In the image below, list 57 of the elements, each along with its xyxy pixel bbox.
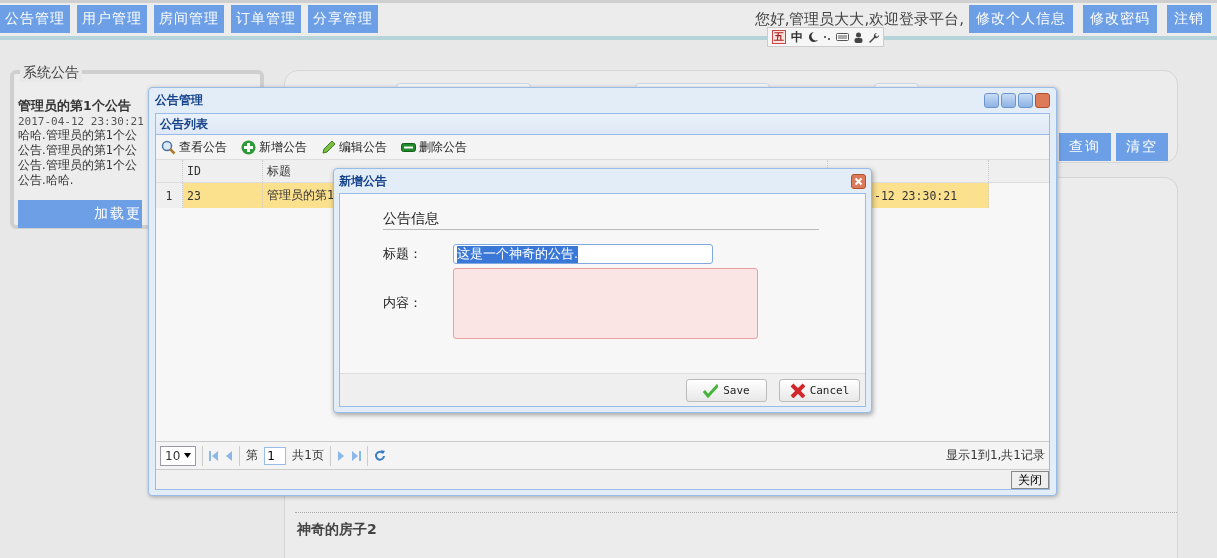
notice-title: 管理员的第1个公告 [18,98,131,115]
plus-icon [241,139,256,155]
pager-summary: 显示1到1,共1记录 [946,447,1045,464]
form-legend: 公告信息 [383,210,819,230]
greeting-text: 您好,管理员大大,欢迎登录平台, [754,9,964,29]
moon-icon [808,31,818,43]
page-label: 第 [246,447,259,464]
close-button[interactable] [1035,92,1050,108]
page-total: 共1页 [292,447,324,464]
toolbar-button[interactable]: 查看公告 [161,138,227,156]
input-mode-icon[interactable]: 五 [772,30,786,44]
card-legend: 系统公告 [20,64,82,82]
toolbar-button[interactable]: 删除公告 [401,138,467,156]
notice-text: 公告.管理员的第1个公 [18,143,137,158]
toolbar-button[interactable]: 新增公告 [241,138,307,156]
table-cell: 管理员的第1 [267,187,335,204]
close-button[interactable] [851,173,866,189]
save-button[interactable]: Save [686,378,767,402]
title-field[interactable]: 这是一个神奇的公告. [453,244,713,264]
panel-title: 公告列表 [156,114,1049,135]
page-size-select[interactable]: 10 [160,445,197,466]
toolbar-button[interactable]: 编辑公告 [321,138,387,156]
first-page-icon [209,450,219,461]
close-button[interactable]: 关闭 [1011,470,1049,489]
dropdown-icon [184,453,192,458]
notice-text: 哈哈.管理员的第1个公 [18,128,137,143]
refresh-icon [373,450,385,461]
keyboard-icon [836,32,849,42]
row-number: 1 [165,188,173,203]
language-toggle[interactable]: 中 [791,28,803,46]
table-cell: 23 [187,188,201,203]
field-label: 标题： [383,245,423,263]
cancel-button[interactable]: Cancel [779,378,860,402]
table-cell: -12 23:30:21 [874,188,958,203]
collapse-button[interactable] [984,92,999,108]
notice-text: 公告.管理员的第1个公 [18,158,137,173]
room-title: 神奇的房子2 [297,521,378,539]
maximize-button[interactable] [1018,92,1033,108]
wrench-icon [868,31,879,43]
dialog-title: 新增公告 [339,172,387,190]
column-header[interactable]: 标题 [267,162,291,180]
notice-text: 公告.哈哈. [18,173,74,188]
column-header[interactable]: ID [187,164,201,178]
check-icon [703,382,719,398]
window-title: 公告管理 [155,91,203,109]
page-number-field[interactable]: 1 [264,446,287,465]
pencil-icon [321,139,336,155]
notice-date: 2017-04-12 23:30:21 [18,115,144,128]
cross-icon [789,382,805,398]
person-icon [854,31,863,43]
last-page-icon [351,450,361,461]
search-icon [161,139,176,155]
next-page-icon [336,450,346,461]
content-field[interactable] [453,268,758,339]
previous-page-icon [224,450,234,461]
field-label: 内容： [383,295,423,312]
minimize-button[interactable] [1001,92,1016,108]
